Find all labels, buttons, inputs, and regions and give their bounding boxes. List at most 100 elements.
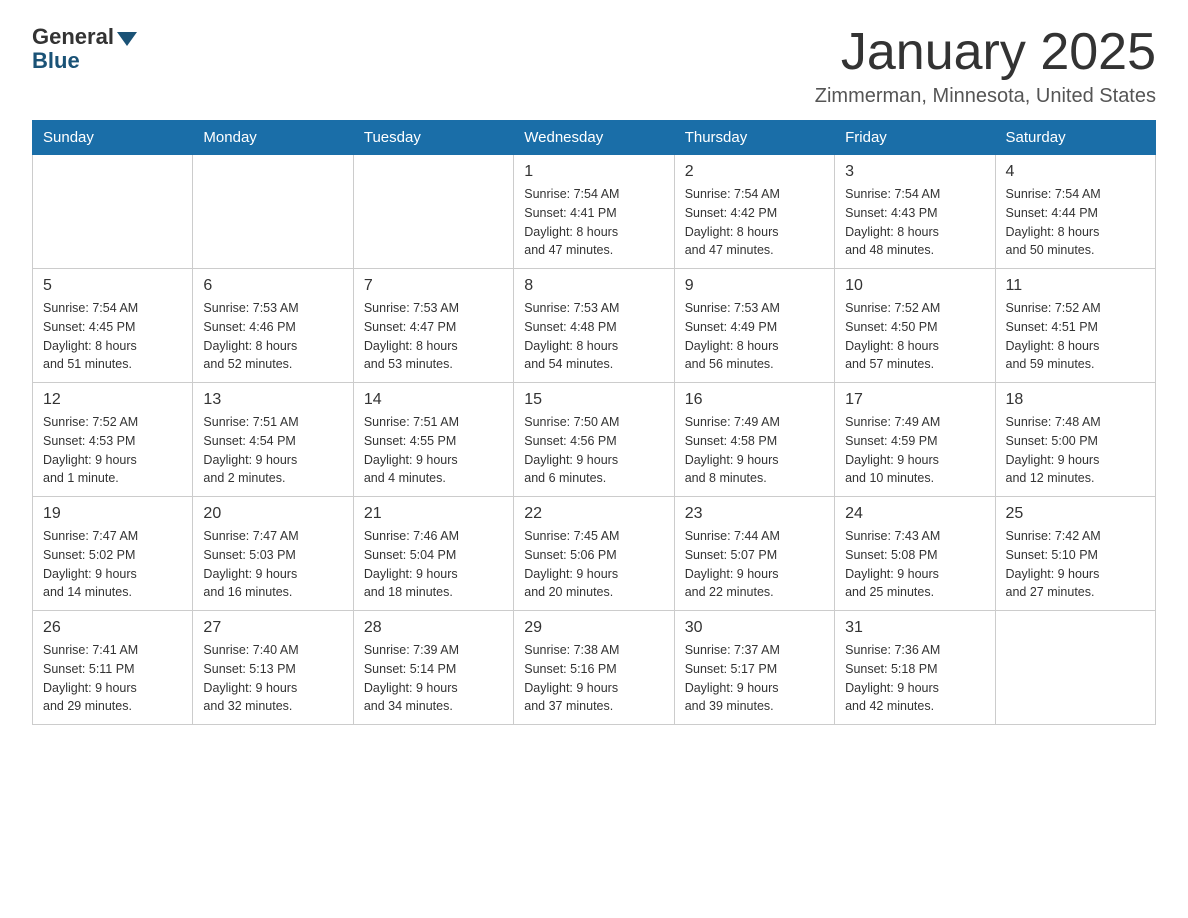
calendar-cell [353, 155, 513, 269]
calendar-cell: 14Sunrise: 7:51 AM Sunset: 4:55 PM Dayli… [353, 383, 513, 497]
calendar-cell: 8Sunrise: 7:53 AM Sunset: 4:48 PM Daylig… [514, 269, 674, 383]
day-number: 10 [845, 277, 984, 295]
day-number: 27 [203, 619, 342, 637]
calendar-cell: 17 Sunrise: 7:49 AM Sunset: 4:59 PM Dayli… [835, 383, 995, 497]
day-number: 19 [43, 505, 182, 523]
day-number: 23 [685, 505, 824, 523]
calendar-cell: 26Sunrise: 7:41 AM Sunset: 5:11 PM Dayli… [33, 611, 193, 725]
day-number: 15 [524, 391, 663, 409]
calendar-cell: 27 Sunrise: 7:40 AM Sunset: 5:13 PM Dayli… [193, 611, 353, 725]
day-number: 21 [364, 505, 503, 523]
header-day-saturday: Saturday [995, 121, 1155, 155]
header-day-monday: Monday [193, 121, 353, 155]
day-info: Sunrise: 7:45 AM Sunset: 5:06 PM Dayligh… [524, 527, 663, 602]
day-number: 18 [1006, 391, 1145, 409]
calendar-cell: 31Sunrise: 7:36 AM Sunset: 5:18 PM Dayli… [835, 611, 995, 725]
calendar-cell: 3Sunrise: 7:54 AM Sunset: 4:43 PM Daylig… [835, 155, 995, 269]
day-info: Sunrise: 7:40 AM Sunset: 5:13 PM Dayligh… [203, 641, 342, 716]
calendar-week-row: 26Sunrise: 7:41 AM Sunset: 5:11 PM Dayli… [33, 611, 1156, 725]
day-info: Sunrise: 7:49 AM Sunset: 4:59 PM Dayligh… [845, 413, 984, 488]
day-info: Sunrise: 7:49 AM Sunset: 4:58 PM Dayligh… [685, 413, 824, 488]
calendar-cell: 12 Sunrise: 7:52 AM Sunset: 4:53 PM Dayli… [33, 383, 193, 497]
day-info: Sunrise: 7:54 AM Sunset: 4:41 PM Dayligh… [524, 185, 663, 260]
day-number: 14 [364, 391, 503, 409]
calendar-header: SundayMondayTuesdayWednesdayThursdayFrid… [33, 121, 1156, 155]
day-number: 29 [524, 619, 663, 637]
calendar-cell: 9 Sunrise: 7:53 AM Sunset: 4:49 PM Daylig… [674, 269, 834, 383]
day-info: Sunrise: 7:53 AM Sunset: 4:49 PM Dayligh… [685, 299, 824, 374]
calendar-title: January 2025 [815, 24, 1156, 81]
day-info: Sunrise: 7:54 AM Sunset: 4:42 PM Dayligh… [685, 185, 824, 260]
calendar-cell: 28 Sunrise: 7:39 AM Sunset: 5:14 PM Dayli… [353, 611, 513, 725]
logo-arrow-icon [117, 32, 137, 46]
day-number: 5 [43, 277, 182, 295]
calendar-cell: 24 Sunrise: 7:43 AM Sunset: 5:08 PM Dayli… [835, 497, 995, 611]
logo: General Blue [32, 24, 137, 74]
day-info: Sunrise: 7:41 AM Sunset: 5:11 PM Dayligh… [43, 641, 182, 716]
day-info: Sunrise: 7:46 AM Sunset: 5:04 PM Dayligh… [364, 527, 503, 602]
calendar-cell: 5 Sunrise: 7:54 AM Sunset: 4:45 PM Daylig… [33, 269, 193, 383]
calendar-cell: 23 Sunrise: 7:44 AM Sunset: 5:07 PM Dayli… [674, 497, 834, 611]
day-number: 9 [685, 277, 824, 295]
day-info: Sunrise: 7:37 AM Sunset: 5:17 PM Dayligh… [685, 641, 824, 716]
day-number: 7 [364, 277, 503, 295]
day-number: 22 [524, 505, 663, 523]
calendar-cell: 25 Sunrise: 7:42 AM Sunset: 5:10 PM Dayli… [995, 497, 1155, 611]
day-info: Sunrise: 7:54 AM Sunset: 4:45 PM Dayligh… [43, 299, 182, 374]
day-info: Sunrise: 7:52 AM Sunset: 4:53 PM Dayligh… [43, 413, 182, 488]
day-info: Sunrise: 7:50 AM Sunset: 4:56 PM Dayligh… [524, 413, 663, 488]
header-day-wednesday: Wednesday [514, 121, 674, 155]
calendar-cell: 13Sunrise: 7:51 AM Sunset: 4:54 PM Dayli… [193, 383, 353, 497]
day-info: Sunrise: 7:43 AM Sunset: 5:08 PM Dayligh… [845, 527, 984, 602]
day-number: 30 [685, 619, 824, 637]
calendar-table: SundayMondayTuesdayWednesdayThursdayFrid… [32, 120, 1156, 725]
day-number: 24 [845, 505, 984, 523]
day-info: Sunrise: 7:39 AM Sunset: 5:14 PM Dayligh… [364, 641, 503, 716]
day-info: Sunrise: 7:53 AM Sunset: 4:46 PM Dayligh… [203, 299, 342, 374]
calendar-cell: 15 Sunrise: 7:50 AM Sunset: 4:56 PM Dayli… [514, 383, 674, 497]
calendar-week-row: 1 Sunrise: 7:54 AM Sunset: 4:41 PM Daylig… [33, 155, 1156, 269]
calendar-cell: 6Sunrise: 7:53 AM Sunset: 4:46 PM Daylig… [193, 269, 353, 383]
calendar-week-row: 19Sunrise: 7:47 AM Sunset: 5:02 PM Dayli… [33, 497, 1156, 611]
day-info: Sunrise: 7:38 AM Sunset: 5:16 PM Dayligh… [524, 641, 663, 716]
day-info: Sunrise: 7:54 AM Sunset: 4:44 PM Dayligh… [1006, 185, 1145, 260]
calendar-cell: 20 Sunrise: 7:47 AM Sunset: 5:03 PM Dayli… [193, 497, 353, 611]
logo-text-blue: Blue [32, 48, 80, 74]
logo-text-general: General [32, 24, 114, 50]
calendar-cell [193, 155, 353, 269]
calendar-cell: 10Sunrise: 7:52 AM Sunset: 4:50 PM Dayli… [835, 269, 995, 383]
calendar-cell: 18 Sunrise: 7:48 AM Sunset: 5:00 PM Dayli… [995, 383, 1155, 497]
day-number: 1 [524, 163, 663, 181]
page-header: General Blue January 2025 Zimmerman, Min… [32, 24, 1156, 108]
header-row: SundayMondayTuesdayWednesdayThursdayFrid… [33, 121, 1156, 155]
day-number: 17 [845, 391, 984, 409]
day-info: Sunrise: 7:52 AM Sunset: 4:51 PM Dayligh… [1006, 299, 1145, 374]
calendar-cell [33, 155, 193, 269]
header-day-friday: Friday [835, 121, 995, 155]
calendar-cell: 21 Sunrise: 7:46 AM Sunset: 5:04 PM Dayli… [353, 497, 513, 611]
day-number: 3 [845, 163, 984, 181]
day-number: 12 [43, 391, 182, 409]
header-day-thursday: Thursday [674, 121, 834, 155]
calendar-cell: 4 Sunrise: 7:54 AM Sunset: 4:44 PM Daylig… [995, 155, 1155, 269]
day-info: Sunrise: 7:44 AM Sunset: 5:07 PM Dayligh… [685, 527, 824, 602]
calendar-cell: 30 Sunrise: 7:37 AM Sunset: 5:17 PM Dayli… [674, 611, 834, 725]
day-number: 28 [364, 619, 503, 637]
day-number: 25 [1006, 505, 1145, 523]
calendar-body: 1 Sunrise: 7:54 AM Sunset: 4:41 PM Daylig… [33, 155, 1156, 725]
day-number: 8 [524, 277, 663, 295]
day-info: Sunrise: 7:47 AM Sunset: 5:03 PM Dayligh… [203, 527, 342, 602]
calendar-cell: 22 Sunrise: 7:45 AM Sunset: 5:06 PM Dayli… [514, 497, 674, 611]
day-info: Sunrise: 7:42 AM Sunset: 5:10 PM Dayligh… [1006, 527, 1145, 602]
day-info: Sunrise: 7:48 AM Sunset: 5:00 PM Dayligh… [1006, 413, 1145, 488]
day-number: 16 [685, 391, 824, 409]
calendar-subtitle: Zimmerman, Minnesota, United States [815, 85, 1156, 108]
calendar-week-row: 12 Sunrise: 7:52 AM Sunset: 4:53 PM Dayli… [33, 383, 1156, 497]
header-day-tuesday: Tuesday [353, 121, 513, 155]
day-info: Sunrise: 7:36 AM Sunset: 5:18 PM Dayligh… [845, 641, 984, 716]
day-number: 4 [1006, 163, 1145, 181]
day-number: 20 [203, 505, 342, 523]
header-day-sunday: Sunday [33, 121, 193, 155]
calendar-cell: 29 Sunrise: 7:38 AM Sunset: 5:16 PM Dayli… [514, 611, 674, 725]
calendar-cell: 19Sunrise: 7:47 AM Sunset: 5:02 PM Dayli… [33, 497, 193, 611]
